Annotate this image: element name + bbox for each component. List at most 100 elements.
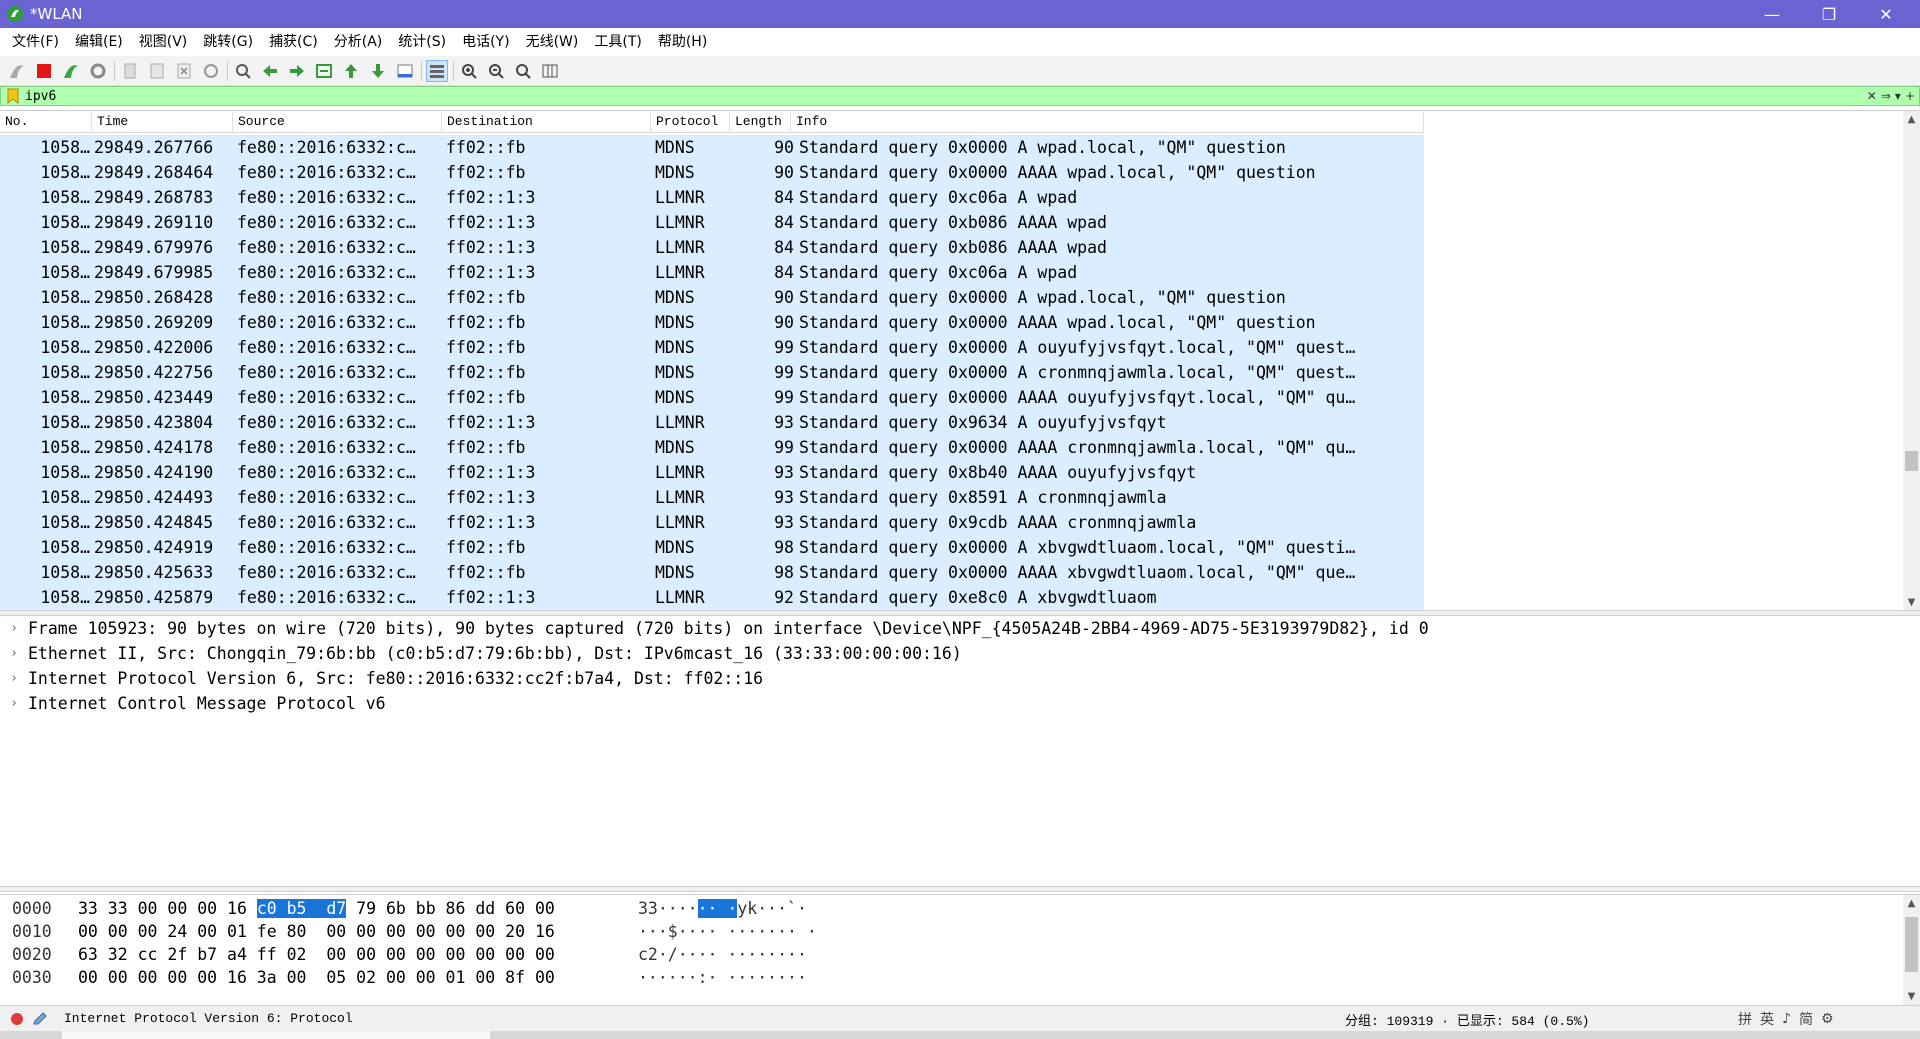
table-row[interactable]: 1058… 29850.425879 fe80::2016:6332:c… ff02:… — [0, 585, 1424, 610]
menu-help[interactable]: 帮助(H) — [650, 28, 715, 56]
detail-row-ethernet[interactable]: › Ethernet II, Src: Chongqin_79:6b:bb (c0… — [0, 641, 1920, 666]
scroll-thumb[interactable] — [1905, 451, 1918, 471]
table-row[interactable]: 1058… 29850.269209 fe80::2016:6332:c… ff02:… — [0, 310, 1424, 335]
menu-capture[interactable]: 捕获(C) — [261, 28, 326, 56]
minimize-button[interactable]: — — [1744, 0, 1800, 28]
colorize-button[interactable] — [426, 59, 448, 82]
chevron-right-icon[interactable]: › — [0, 696, 28, 711]
find-packet-button[interactable] — [232, 60, 254, 82]
zoom-reset-button[interactable] — [512, 60, 534, 82]
apply-filter-icon[interactable]: ⇒ — [1881, 88, 1891, 104]
column-header-info[interactable]: Info — [791, 111, 1424, 132]
menu-edit[interactable]: 编辑(E) — [67, 28, 131, 56]
column-header-destination[interactable]: Destination — [442, 111, 651, 132]
chevron-right-icon[interactable]: › — [0, 646, 28, 661]
packet-destination: ff02::1:3 — [446, 488, 536, 507]
zoom-out-button[interactable] — [485, 60, 507, 82]
save-file-button[interactable] — [146, 60, 168, 82]
close-file-button[interactable] — [173, 60, 195, 82]
table-row[interactable]: 1058… 29850.424178 fe80::2016:6332:c… ff02:… — [0, 435, 1424, 460]
table-row[interactable]: 1058… 29849.268464 fe80::2016:6332:c… ff02:… — [0, 160, 1424, 185]
column-header-source[interactable]: Source — [233, 111, 442, 132]
byte-row[interactable]: 0030 00 00 00 00 00 16 3a 00 05 02 00 00… — [0, 966, 938, 989]
menu-tools[interactable]: 工具(T) — [586, 28, 649, 56]
clear-filter-icon[interactable]: ✕ — [1867, 88, 1877, 104]
column-header-length[interactable]: Length — [730, 111, 791, 132]
detail-row-icmpv6[interactable]: › Internet Control Message Protocol v6 — [0, 691, 1920, 716]
scroll-down-icon[interactable]: ▼ — [1903, 988, 1920, 1005]
table-row[interactable]: 1058… 29850.424845 fe80::2016:6332:c… ff02:… — [0, 510, 1424, 535]
table-row[interactable]: 1058… 29850.424919 fe80::2016:6332:c… ff02:… — [0, 535, 1424, 560]
table-row[interactable]: 1058… 29850.423804 fe80::2016:6332:c… ff02:… — [0, 410, 1424, 435]
ime-simplified-indicator[interactable]: 简 — [1799, 1009, 1813, 1029]
add-filter-button-icon[interactable]: + — [1905, 88, 1915, 104]
menu-go[interactable]: 跳转(G) — [195, 28, 261, 56]
menu-statistics[interactable]: 统计(S) — [390, 28, 454, 56]
table-row[interactable]: 1058… 29849.269110 fe80::2016:6332:c… ff02:… — [0, 210, 1424, 235]
start-capture-button[interactable] — [6, 60, 28, 82]
ime-settings-icon[interactable]: ⚙ — [1821, 1011, 1834, 1027]
display-filter-input[interactable] — [25, 87, 1867, 105]
byte-row[interactable]: 0000 33 33 00 00 00 16 c0 b5 d7 79 6b bb… — [0, 897, 938, 920]
table-row[interactable]: 1058… 29850.268428 fe80::2016:6332:c… ff02:… — [0, 285, 1424, 310]
column-header-time[interactable]: Time — [92, 111, 233, 132]
scroll-down-icon[interactable]: ▼ — [1903, 594, 1920, 611]
chevron-right-icon[interactable]: › — [0, 671, 28, 686]
ime-pinyin-indicator[interactable]: 拼 — [1738, 1009, 1752, 1029]
restore-button[interactable]: ❐ — [1801, 0, 1857, 28]
table-row[interactable]: 1058… 29850.422756 fe80::2016:6332:c… ff02:… — [0, 360, 1424, 385]
packet-list-scrollbar[interactable]: ▲ ▼ — [1903, 111, 1920, 611]
table-row[interactable]: 1058… 29850.425633 fe80::2016:6332:c… ff02:… — [0, 560, 1424, 585]
scroll-thumb[interactable] — [1905, 917, 1918, 972]
column-header-no[interactable]: No. — [0, 111, 92, 132]
capture-status-icon[interactable] — [10, 1012, 24, 1026]
close-button[interactable]: ✕ — [1858, 0, 1914, 28]
bytes-scrollbar[interactable]: ▲ ▼ — [1903, 895, 1920, 1005]
byte-row[interactable]: 0010 00 00 00 24 00 01 fe 80 00 00 00 00… — [0, 920, 938, 943]
toolbar-separator — [453, 60, 454, 81]
packet-destination: ff02::1:3 — [446, 513, 536, 532]
table-row[interactable]: 1058… 29849.268783 fe80::2016:6332:c… ff02:… — [0, 185, 1424, 210]
go-back-button[interactable] — [259, 60, 281, 82]
packet-no: 1058… — [40, 363, 90, 382]
go-to-packet-button[interactable] — [313, 60, 335, 82]
edit-comment-icon[interactable] — [32, 1011, 48, 1027]
detail-row-frame[interactable]: › Frame 105923: 90 bytes on wire (720 bit… — [0, 616, 1920, 641]
go-last-button[interactable] — [367, 60, 389, 82]
detail-row-ipv6[interactable]: › Internet Protocol Version 6, Src: fe80:… — [0, 666, 1920, 691]
filter-history-dropdown-icon[interactable]: ▾ — [1895, 88, 1901, 104]
menu-view[interactable]: 视图(V) — [131, 28, 196, 56]
menu-analyze[interactable]: 分析(A) — [326, 28, 391, 56]
menu-telephony[interactable]: 电话(Y) — [454, 28, 517, 56]
open-file-button[interactable] — [119, 60, 141, 82]
scroll-up-icon[interactable]: ▲ — [1903, 111, 1920, 128]
table-row[interactable]: 1058… 29850.422006 fe80::2016:6332:c… ff02:… — [0, 335, 1424, 360]
packet-source: fe80::2016:6332:c… — [237, 213, 416, 232]
table-row[interactable]: 1058… 29850.424493 fe80::2016:6332:c… ff02:… — [0, 485, 1424, 510]
ime-punctuation-icon[interactable]: ♪ — [1782, 1011, 1791, 1027]
stop-capture-button[interactable] — [33, 60, 55, 82]
autoscroll-button[interactable] — [394, 60, 416, 82]
capture-options-button[interactable] — [87, 60, 109, 82]
zoom-in-button[interactable] — [458, 60, 480, 82]
go-first-button[interactable] — [340, 60, 362, 82]
table-row[interactable]: 1058… 29849.267766 fe80::2016:6332:c… ff02:… — [0, 135, 1424, 160]
reload-file-button[interactable] — [200, 60, 222, 82]
pane-splitter[interactable] — [0, 886, 1920, 892]
table-row[interactable]: 1058… 29849.679985 fe80::2016:6332:c… ff02:… — [0, 260, 1424, 285]
table-row[interactable]: 1058… 29850.424190 fe80::2016:6332:c… ff02:… — [0, 460, 1424, 485]
restart-capture-button[interactable] — [60, 60, 82, 82]
menu-file[interactable]: 文件(F) — [4, 28, 67, 56]
table-row[interactable]: 1058… 29849.679976 fe80::2016:6332:c… ff02:… — [0, 235, 1424, 260]
resize-columns-button[interactable] — [539, 60, 561, 82]
column-header-protocol[interactable]: Protocol — [651, 111, 730, 132]
go-forward-button[interactable] — [286, 60, 308, 82]
chevron-right-icon[interactable]: › — [0, 621, 28, 636]
packet-info: Standard query 0x0000 A wpad.local, "QM"… — [799, 288, 1286, 307]
table-row[interactable]: 1058… 29850.423449 fe80::2016:6332:c… ff02:… — [0, 385, 1424, 410]
scroll-up-icon[interactable]: ▲ — [1903, 895, 1920, 912]
ime-english-indicator[interactable]: 英 — [1760, 1009, 1774, 1029]
menu-wireless[interactable]: 无线(W) — [518, 28, 587, 56]
bookmark-icon[interactable] — [7, 88, 19, 104]
byte-row[interactable]: 0020 63 32 cc 2f b7 a4 ff 02 00 00 00 00… — [0, 943, 938, 966]
